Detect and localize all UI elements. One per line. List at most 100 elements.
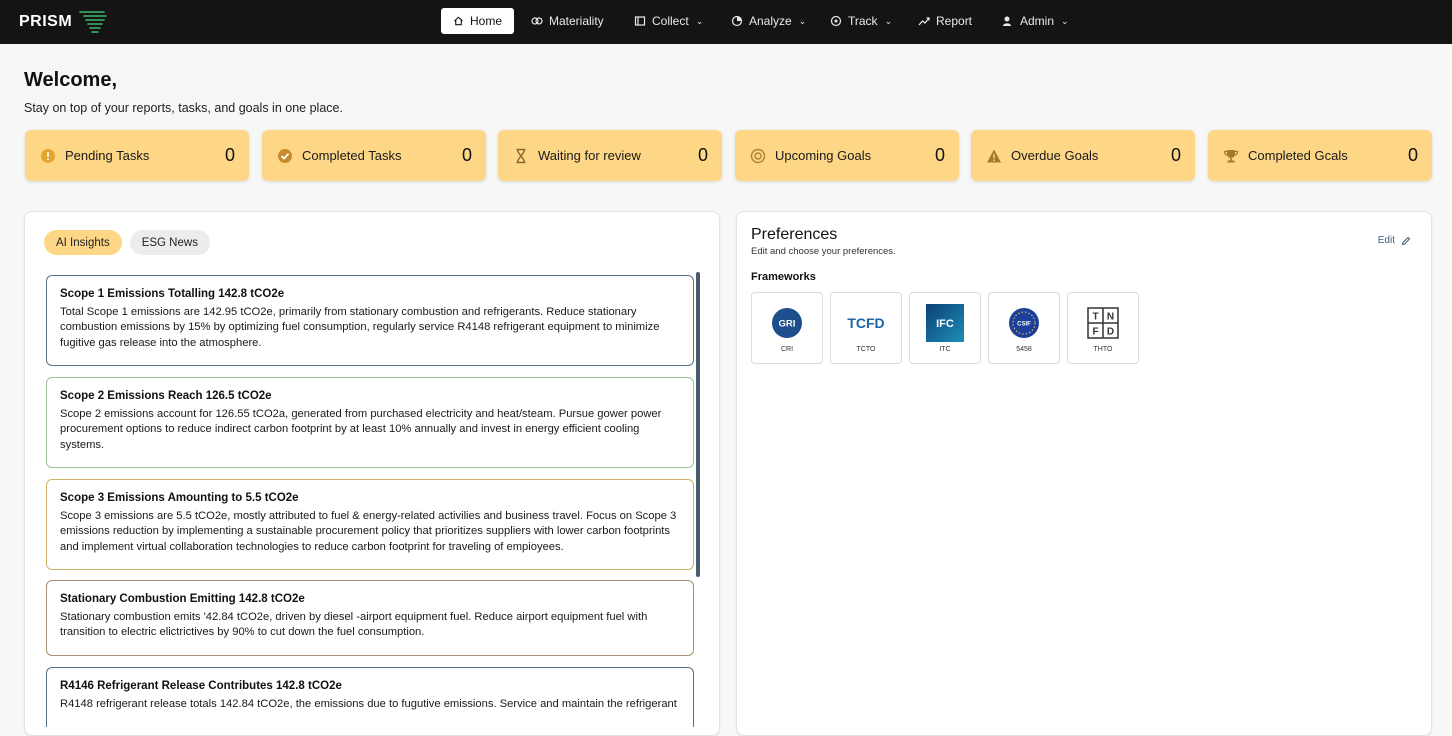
svg-text:N: N [1107,312,1114,323]
nav-admin[interactable]: Admin ⌄ [1002,8,1069,34]
framework-logo-text: TCFD [847,315,884,331]
framework-csif[interactable]: CSIF 5458 [988,292,1060,364]
frameworks-label: Frameworks [751,271,816,283]
stat-label: Upcoming Goals [775,148,872,163]
insight-title: R4146 Refrigerant Release Contributes 14… [60,680,342,692]
stat-card-completed-goals[interactable]: Completed Gcals 0 [1208,130,1432,181]
nav-track[interactable]: Track ⌄ [830,8,892,34]
tab-esg-news[interactable]: ESG News [129,230,210,255]
framework-name: 5458 [1016,346,1032,353]
nav-materiality[interactable]: Materiality [531,8,604,34]
trend-chart-icon [918,17,930,26]
nav-collect-label: Collect [652,14,689,28]
stat-card-completed-tasks[interactable]: Completed Tasks 0 [262,130,486,181]
insight-body: Scope 3 emissions are 5.5 tCO2e, mostly … [60,510,677,553]
framework-name: ITC [939,346,951,353]
stat-label: Overdue Goals [1011,148,1099,163]
insights-panel: AI Insights ESG News Scope 1 Emissions T… [24,211,720,736]
insight-title: Scope 2 Emissions Reach 126.5 tCO2e [60,390,272,402]
csif-logo-icon: CSIF [1005,304,1043,342]
svg-text:D: D [1107,327,1114,338]
prism-logo[interactable]: PRISM [19,9,108,35]
insight-card[interactable]: Scope 3 Emissions Amounting to 5.5 tCO2e… [46,479,694,570]
nav-track-label: Track [848,14,878,28]
prism-logo-mark-icon [79,11,107,33]
tcfd-logo-icon: TCFD [843,304,889,342]
preferences-subtitle: Edit and choose your preferences. [751,246,896,257]
framework-gri[interactable]: GRI CRI [751,292,823,364]
insights-tabs: AI Insights ESG News [44,230,210,255]
framework-name: TCTO [856,346,876,353]
insight-card[interactable]: Stationary Combustion Emitting 142.8 tCO… [46,580,694,656]
nav-materiality-label: Materiality [549,14,604,28]
insight-card[interactable]: Scope 2 Emissions Reach 126.5 tCO2e Scop… [46,377,694,468]
admin-icon [1003,16,1011,26]
nav-report-label: Report [936,14,973,28]
insight-card[interactable]: Scope 1 Emissions Totalling 142.8 tCO2e … [46,275,694,366]
brand-name: PRISM [19,13,73,30]
pencil-icon [1401,236,1411,245]
stat-label: Waiting for review [538,148,641,163]
trophy-icon [1223,148,1239,164]
stat-label: Completed Tasks [302,148,402,163]
gri-logo-icon: GRI [768,304,806,342]
insight-body: Total Scope 1 emissions are 142.95 tCO2e… [60,306,660,349]
check-circle-icon [277,148,293,164]
chevron-down-icon: ⌄ [884,15,893,26]
stat-value: 0 [1407,145,1418,165]
materiality-icon [531,17,543,25]
ifc-logo-icon: IFC [926,304,964,342]
insight-title: Scope 1 Emissions Totalling 142.8 tCO2e [60,288,285,300]
framework-logo-text: CSIF [1017,322,1031,328]
tnfd-logo-icon: T N F D [1084,304,1122,342]
tab-ai-insights[interactable]: AI Insights [44,230,122,255]
preferences-title: Preferences [751,226,838,243]
insights-list[interactable]: Scope 1 Emissions Totalling 142.8 tCO2e … [46,275,694,727]
analyze-icon [731,15,743,27]
preferences-panel: Preferences Edit and choose your prefere… [736,211,1432,736]
tnfd-grid: T N F D [1087,307,1119,339]
chevron-down-icon: ⌄ [1061,15,1069,26]
insight-title: Scope 3 Emissions Amounting to 5.5 tCO2e [60,492,299,504]
nav-home[interactable]: Home [441,8,514,34]
track-icon [830,15,842,27]
stat-value: 0 [697,145,708,165]
insight-body: Stationary combustion emits '42.84 tCO2e… [60,611,648,639]
insight-body: R4148 refrigerant release totals 142.84 … [60,698,677,710]
nav-analyze-label: Analyze [749,14,792,28]
nav-admin-label: Admin [1020,14,1055,28]
page-title: Welcome, [24,69,117,91]
stat-value: 0 [934,145,945,165]
collect-icon [634,16,646,26]
stat-value: 0 [461,145,472,165]
stat-card-waiting-review[interactable]: Waiting for review 0 [498,130,722,181]
stat-card-upcoming-goals[interactable]: Upcoming Goals 0 [735,130,959,181]
insights-scrollbar[interactable] [696,272,700,577]
insight-card[interactable]: R4146 Refrigerant Release Contributes 14… [46,667,694,727]
home-icon [454,16,463,26]
framework-logo-text: IFC [936,318,954,330]
stat-card-overdue-goals[interactable]: Overdue Goals 0 [971,130,1195,181]
framework-tnfd[interactable]: T N F D THTO [1067,292,1139,364]
chevron-down-icon: ⌄ [695,15,704,26]
stat-value: 0 [1170,145,1181,165]
warning-icon [986,148,1002,164]
nav-collect[interactable]: Collect ⌄ [634,8,703,34]
chevron-down-icon: ⌄ [798,15,807,26]
page-subtitle: Stay on top of your reports, tasks, and … [24,101,343,115]
framework-ifc[interactable]: IFC ITC [909,292,981,364]
top-navbar: PRISM Home Materiality Collect ⌄ Analyze… [0,0,1452,44]
stat-label: Pending Tasks [65,148,150,163]
target-icon [750,148,766,164]
insight-title: Stationary Combustion Emitting 142.8 tCO… [60,593,305,605]
framework-name: CRI [780,346,794,353]
framework-tcfd[interactable]: TCFD TCTO [830,292,902,364]
nav-analyze[interactable]: Analyze ⌄ [731,8,806,34]
edit-label: Edit [1377,235,1395,246]
stat-card-pending-tasks[interactable]: Pending Tasks 0 [25,130,249,181]
svg-text:F: F [1092,327,1098,338]
nav-report[interactable]: Report [918,8,972,34]
stat-label: Completed Gcals [1248,148,1348,163]
info-circle-icon [40,148,56,164]
edit-preferences-button[interactable]: Edit [1378,235,1411,246]
